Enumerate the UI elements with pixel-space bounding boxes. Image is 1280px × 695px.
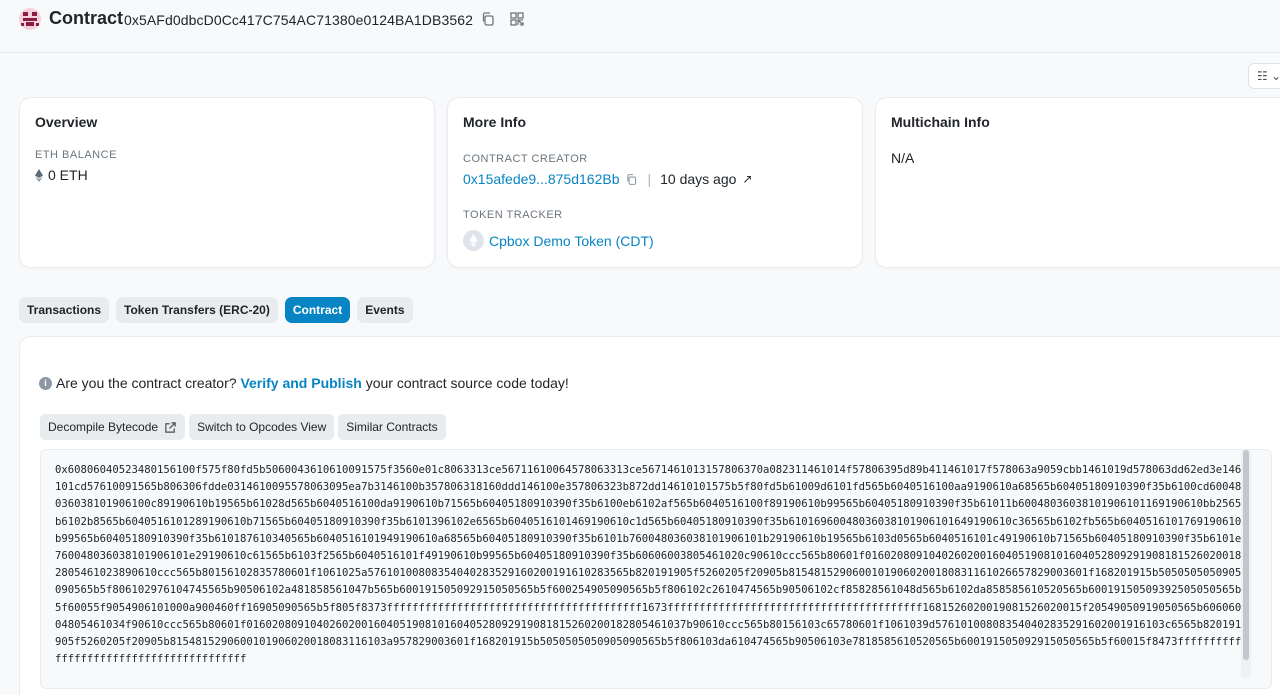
copy-icon[interactable]	[625, 173, 638, 186]
decompile-bytecode-button[interactable]: Decompile Bytecode	[40, 414, 186, 440]
token-tracker-link[interactable]: Cpbox Demo Token (CDT)	[489, 233, 654, 249]
separator: |	[647, 171, 652, 187]
tab-events[interactable]: Events	[357, 297, 413, 323]
bytecode-scrollbar[interactable]	[1241, 450, 1251, 678]
contract-bytecode: 0x60806040523480156100f575f80fd5b5060043…	[55, 464, 1242, 666]
multichain-info-card: Multichain Info N/A	[875, 97, 1280, 268]
info-icon: i	[39, 376, 52, 390]
notice-text: Are you the contract creator?	[56, 375, 237, 391]
tab-bar: Transactions Token Transfers (ERC-20) Co…	[19, 297, 413, 323]
token-tracker-label: TOKEN TRACKER	[463, 209, 563, 221]
creator-address-link[interactable]: 0x15afede9...875d162Bb	[463, 171, 619, 187]
contract-creator-label: CONTRACT CREATOR	[463, 153, 588, 165]
tab-token-transfers[interactable]: Token Transfers (ERC-20)	[116, 297, 278, 323]
more-info-card: More Info CONTRACT CREATOR 0x15afede9...…	[447, 97, 863, 268]
bytecode-actions: Decompile Bytecode Switch to Opcodes Vie…	[40, 414, 446, 440]
page-title: Contract	[49, 8, 124, 28]
view-options-button[interactable]: ☷ ⌄	[1248, 63, 1280, 89]
copy-icon[interactable]	[480, 11, 496, 27]
eth-balance-label: ETH BALANCE	[35, 149, 117, 161]
eth-balance-value: 0 ETH	[48, 167, 88, 183]
multichain-value: N/A	[891, 150, 915, 166]
verify-notice: i Are you the contract creator? Verify a…	[39, 375, 569, 391]
creation-time[interactable]: 10 days ago	[660, 171, 736, 187]
tab-contract[interactable]: Contract	[284, 297, 351, 323]
scrollbar-thumb[interactable]	[1243, 450, 1249, 660]
similar-contracts-button[interactable]: Similar Contracts	[338, 414, 446, 440]
multichain-title: Multichain Info	[891, 114, 990, 130]
external-link-icon	[165, 421, 176, 433]
external-arrow-icon[interactable]: ↗	[742, 172, 752, 186]
token-logo-icon	[463, 230, 484, 251]
tab-transactions[interactable]: Transactions	[19, 297, 110, 323]
notice-suffix: your contract source code today!	[365, 375, 569, 391]
contract-address: 0x5AFd0dbcD0Cc417C754AC71380e0124BA1DB35…	[124, 12, 474, 28]
ethereum-icon	[35, 168, 43, 182]
overview-title: Overview	[35, 114, 98, 130]
verify-and-publish-link[interactable]: Verify and Publish	[240, 375, 361, 391]
qr-code-icon[interactable]	[509, 11, 525, 27]
contract-panel: i Are you the contract creator? Verify a…	[19, 336, 1280, 695]
overview-card: Overview ETH BALANCE 0 ETH	[19, 97, 435, 268]
decompile-label: Decompile Bytecode	[48, 420, 159, 434]
page-header: Contract 0x5AFd0dbcD0Cc417C754AC71380e01…	[0, 0, 1280, 53]
contract-avatar	[19, 8, 41, 30]
bytecode-viewer[interactable]: 0x60806040523480156100f575f80fd5b5060043…	[40, 449, 1272, 689]
switch-to-opcodes-button[interactable]: Switch to Opcodes View	[189, 414, 335, 440]
more-info-title: More Info	[463, 114, 526, 130]
list-filter-icon: ☷ ⌄	[1257, 69, 1280, 83]
